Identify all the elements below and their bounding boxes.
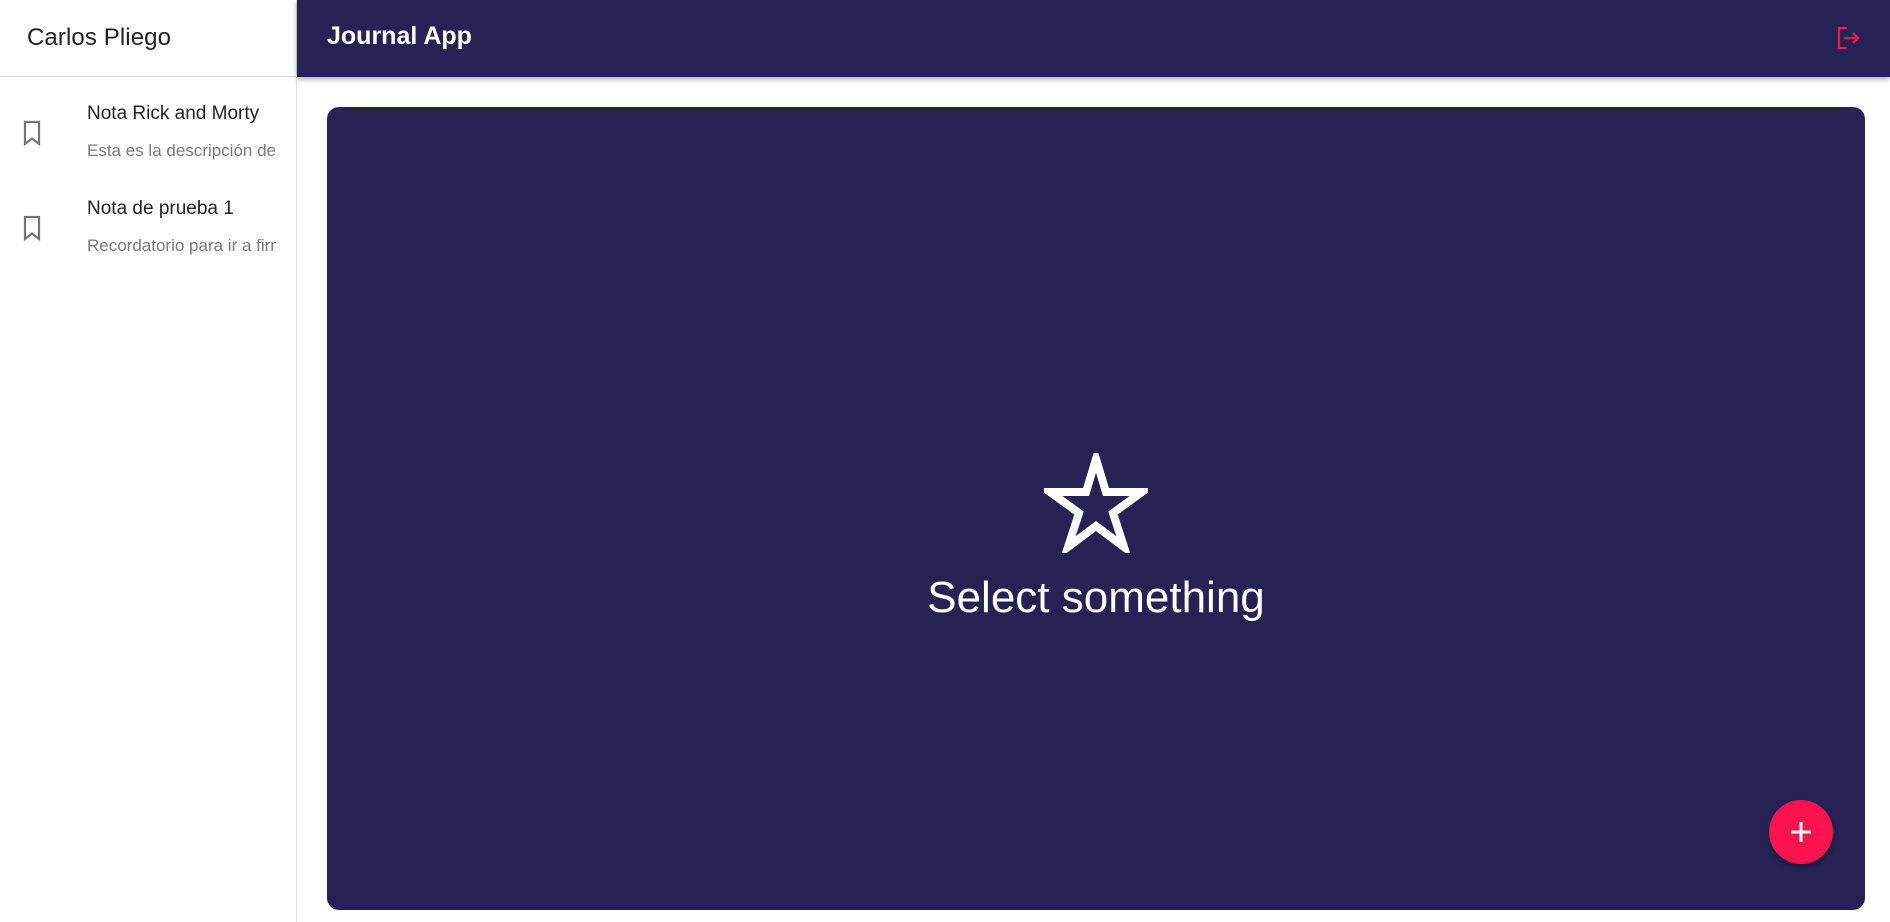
nothing-selected-panel: Select something xyxy=(327,107,1865,910)
bookmark-icon xyxy=(23,120,41,147)
empty-state-text: Select something xyxy=(927,573,1265,622)
main-content: Select something xyxy=(297,77,1890,922)
empty-state: Select something xyxy=(327,453,1865,623)
add-note-button[interactable] xyxy=(1769,800,1833,864)
note-body: Recordatorio para ir a firmar xyxy=(87,236,276,255)
logout-icon xyxy=(1837,26,1860,50)
app-title: Journal App xyxy=(327,22,472,50)
app-bar: Journal App xyxy=(297,0,1890,77)
user-name: Carlos Pliego xyxy=(27,24,172,51)
note-title: Nota Rick and Morty xyxy=(87,103,260,124)
bookmark-icon xyxy=(23,215,41,242)
sidebar-header: Carlos Pliego xyxy=(0,0,296,77)
logout-button[interactable] xyxy=(1830,20,1866,56)
sidebar: Carlos Pliego Nota Rick and Morty Esta e… xyxy=(0,0,297,922)
star-outline-icon xyxy=(1044,453,1148,553)
note-list-item[interactable]: Nota de prueba 1 Recordatorio para ir a … xyxy=(0,182,296,277)
note-body: Esta es la descripción de la nota xyxy=(87,141,276,160)
note-title: Nota de prueba 1 xyxy=(87,198,234,219)
note-list-item[interactable]: Nota Rick and Morty Esta es la descripci… xyxy=(0,87,296,182)
note-list: Nota Rick and Morty Esta es la descripci… xyxy=(0,77,296,277)
add-icon xyxy=(1791,822,1811,842)
